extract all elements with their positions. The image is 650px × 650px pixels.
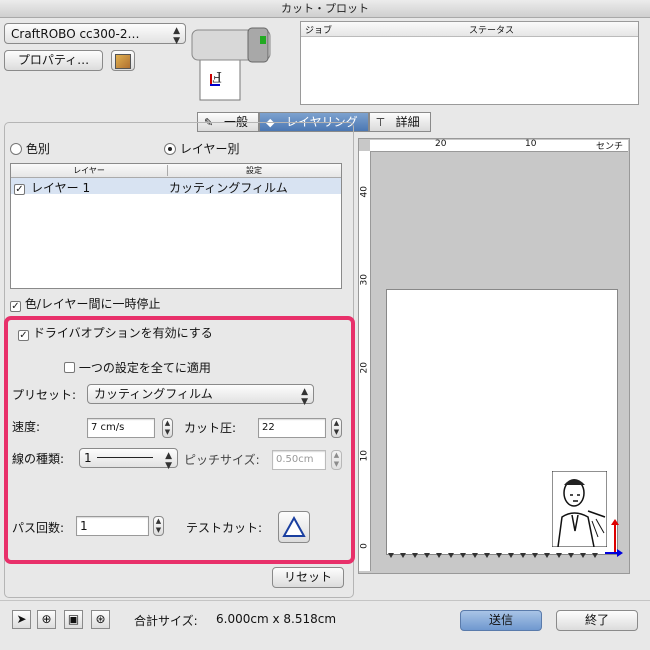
pointer-icon: ➤ [16,612,27,626]
image-settings-button[interactable] [111,50,135,71]
table-row[interactable]: ✓ レイヤー 1 カッティングフィルム [11,178,341,195]
ruler-unit: センチ [596,142,624,152]
ruler-label: 10 [359,450,370,462]
device-select-value: CraftROBO cc300-2… [11,27,140,41]
ruler-label: 40 [359,186,370,198]
driver-options-checkbox-row[interactable]: ✓ ドライバオプションを有効にする [18,324,213,341]
ruler-label: 20 [359,362,370,374]
radio-by-color-label: 色別 [25,142,50,156]
radio-button[interactable] [10,143,22,155]
setting-column-header[interactable]: 設定 [167,165,341,176]
pause-checkbox-row[interactable]: ✓ 色/レイヤー間に一時停止 [10,295,161,312]
total-size-label: 合計サイズ: [134,614,198,628]
send-button[interactable]: 送信 [460,610,542,631]
apply-all-checkbox-row[interactable]: 一つの設定を全てに適用 [64,359,211,376]
plotter-icon: F [191,27,271,101]
properties-button[interactable]: プロパティ… [4,50,103,71]
line-type-select[interactable]: 1 ▲ ▼ [79,448,178,471]
pitch-stepper[interactable]: ▲ ▼ [331,450,342,470]
test-cut-button[interactable] [278,511,310,543]
popup-arrows-icon: ▲ ▼ [301,387,308,407]
pressure-label: カット圧: [184,421,237,435]
window-title: カット・プロット [0,0,650,18]
finish-button[interactable]: 終了 [556,610,638,631]
origin-axes-icon [605,519,623,557]
layer-setting: カッティングフィルム [169,181,288,195]
pitch-label: ピッチサイズ: [184,453,260,467]
tab-details[interactable]: ⊤ 詳細 [368,112,431,132]
passes-label: パス回数: [12,521,65,535]
left-ruler: 40 30 20 10 0 [359,151,371,571]
pressure-stepper[interactable]: ▲ ▼ [331,418,342,438]
total-size-value: 6.000cm x 8.518cm [216,612,337,626]
preset-select[interactable]: カッティングフィルム ▲ ▼ [87,384,314,407]
job-list[interactable]: ジョブ ステータス [300,21,639,105]
detail-icon: ⊤ [375,116,386,129]
triangle-icon [282,515,306,537]
zoom-fit-button[interactable]: ⊛ [91,610,110,629]
cut-plot-window: カット・プロット CraftROBO cc300-2… ▲ ▼ プロパティ… F … [0,0,650,650]
layer-name: レイヤー 1 [31,181,91,195]
svg-text:F: F [212,68,222,84]
pause-label: 色/レイヤー間に一時停止 [24,297,161,311]
portrait-image [552,471,607,547]
radio-by-color[interactable]: 色別 [10,140,50,157]
reset-button[interactable]: リセット [272,567,344,588]
passes-field[interactable]: 1 [76,516,149,536]
ruler-label: 10 [525,139,537,149]
driver-options-label: ドライバオプションを有効にする [32,326,213,340]
zoom-tool-button[interactable]: ⊕ [37,610,56,629]
pressure-field[interactable]: 22 [258,418,326,438]
radio-button[interactable] [164,143,176,155]
footer-divider [0,600,650,601]
pause-checkbox[interactable]: ✓ [10,301,21,312]
status-column-header[interactable]: ステータス [469,23,514,36]
tab-details-label: 詳細 [395,115,420,129]
device-select[interactable]: CraftROBO cc300-2… ▲ ▼ [4,23,186,46]
test-cut-label: テストカット: [186,521,263,535]
job-column-header[interactable]: ジョブ [305,23,332,36]
preset-label: プリセット: [12,388,77,402]
magnifier-icon: ⊕ [41,612,52,626]
zoom-fit-icon: ⊛ [95,612,106,626]
driver-options-checkbox[interactable]: ✓ [18,330,29,341]
pitch-field[interactable]: 0.50cm [272,450,326,470]
picture-icon [115,54,131,69]
line-sample [97,457,154,458]
line-type-label: 線の種類: [12,452,65,466]
fit-page-button[interactable]: ▣ [64,610,83,629]
speed-field[interactable]: 7 cm/s [87,418,155,438]
layer-column-header[interactable]: レイヤー [11,165,168,176]
layer-checkbox[interactable]: ✓ [14,184,25,195]
ruler-label: 20 [435,139,447,149]
page-icon: ▣ [67,612,80,626]
top-ruler: 20 10 センチ [370,139,628,152]
passes-stepper[interactable]: ▲ ▼ [153,516,164,536]
radio-by-layer-label: レイヤー別 [179,142,240,156]
radio-by-layer[interactable]: レイヤー別 [164,140,239,157]
layer-table[interactable]: レイヤー 設定 ✓ レイヤー 1 カッティングフィルム [10,163,342,289]
line-type-value: 1 [84,451,92,465]
ruler-label: 0 [359,543,370,549]
sheet-edge-markers [388,553,598,558]
popup-arrows-icon: ▲ ▼ [165,451,172,471]
speed-stepper[interactable]: ▲ ▼ [162,418,173,438]
apply-all-label: 一つの設定を全てに適用 [78,361,211,375]
preset-value: カッティングフィルム [94,387,213,401]
ruler-label: 30 [359,274,370,286]
popup-arrows-icon: ▲ ▼ [173,26,180,46]
speed-label: 速度: [12,420,41,434]
pointer-tool-button[interactable]: ➤ [12,610,31,629]
apply-all-checkbox[interactable] [64,362,75,373]
